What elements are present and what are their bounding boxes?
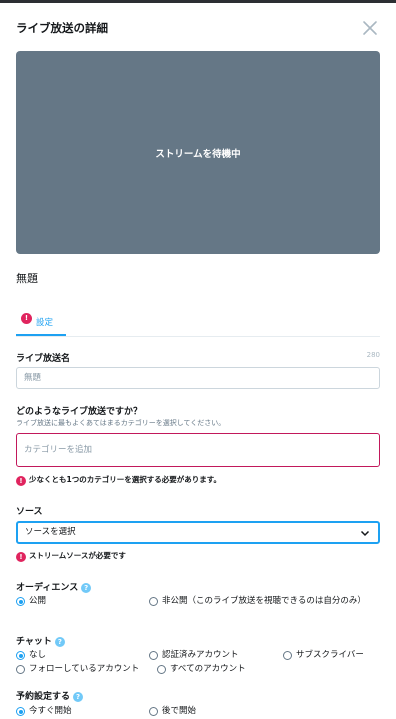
- character-counter: 280: [366, 351, 380, 359]
- chat-label-text: チャット: [16, 637, 52, 647]
- radio-icon: [149, 707, 158, 716]
- audience-option-private[interactable]: 非公開（このライブ放送を視聴できるのは自分のみ）: [149, 595, 380, 608]
- broadcast-name-placeholder: 無題: [24, 373, 42, 383]
- error-badge-icon: !: [21, 313, 32, 324]
- tab-settings[interactable]: ! 設定: [16, 308, 66, 336]
- schedule-option-later[interactable]: 後で開始: [149, 705, 196, 718]
- chat-option-following[interactable]: フォローしているアカウント: [16, 663, 139, 676]
- source-error: ! ストリームソースが必要です: [16, 550, 126, 562]
- radio-icon: [149, 651, 158, 660]
- category-placeholder: カテゴリーを追加: [24, 445, 93, 455]
- chat-option-verified[interactable]: 認証済みアカウント: [149, 649, 239, 662]
- audience-label-text: オーディエンス: [16, 583, 79, 593]
- help-icon[interactable]: ?: [73, 692, 84, 702]
- radio-selected-icon: [16, 651, 25, 660]
- radio-icon: [283, 651, 292, 660]
- radio-selected-icon: [16, 707, 25, 716]
- category-error: ! 少なくとも1つのカテゴリーを選択する必要があります。: [16, 474, 221, 486]
- stream-status: ストリームを待機中: [155, 149, 241, 160]
- help-icon[interactable]: ?: [81, 583, 92, 593]
- audience-label: オーディエンス?: [16, 580, 92, 593]
- broadcast-title: 無題: [16, 272, 38, 285]
- broadcast-name-label: ライブ放送名: [16, 354, 71, 364]
- chat-option-subscribers[interactable]: サブスクライバー: [283, 649, 364, 662]
- radio-icon: [149, 597, 158, 606]
- schedule-label: 予約設定する?: [16, 689, 84, 702]
- category-description: ライブ放送に最もよくあてはまるカテゴリーを選択してください。: [16, 419, 226, 427]
- chevron-down-icon: [360, 530, 370, 537]
- stream-preview: ストリームを待機中: [16, 51, 380, 254]
- category-error-text: 少なくとも1つのカテゴリーを選択する必要があります。: [29, 475, 221, 484]
- error-badge-icon: !: [16, 476, 26, 486]
- source-label: ソース: [16, 507, 43, 517]
- chat-option-everyone[interactable]: すべてのアカウント: [157, 663, 246, 676]
- error-badge-icon: !: [16, 552, 26, 562]
- category-input[interactable]: カテゴリーを追加: [16, 433, 380, 467]
- source-selected-value: ソースを選択: [25, 527, 76, 537]
- audience-option-public[interactable]: 公開: [16, 595, 46, 608]
- schedule-option-now[interactable]: 今すぐ開始: [16, 705, 72, 718]
- radio-selected-icon: [16, 597, 25, 606]
- tab-settings-label: 設定: [36, 318, 54, 328]
- schedule-label-text: 予約設定する: [16, 692, 71, 702]
- chat-label: チャット?: [16, 634, 65, 647]
- broadcast-name-input[interactable]: 無題: [16, 367, 380, 389]
- dialog-title: ライブ放送の詳細: [16, 21, 108, 35]
- chat-option-none[interactable]: なし: [16, 649, 46, 662]
- tab-divider: [16, 336, 380, 337]
- radio-icon: [16, 665, 25, 674]
- help-icon[interactable]: ?: [54, 637, 65, 647]
- source-select[interactable]: ソースを選択: [16, 521, 380, 544]
- top-bar: [0, 0, 396, 3]
- source-error-text: ストリームソースが必要です: [29, 551, 126, 560]
- radio-icon: [157, 665, 166, 674]
- category-label: どのようなライブ放送ですか？: [16, 407, 143, 417]
- close-icon[interactable]: [361, 19, 379, 37]
